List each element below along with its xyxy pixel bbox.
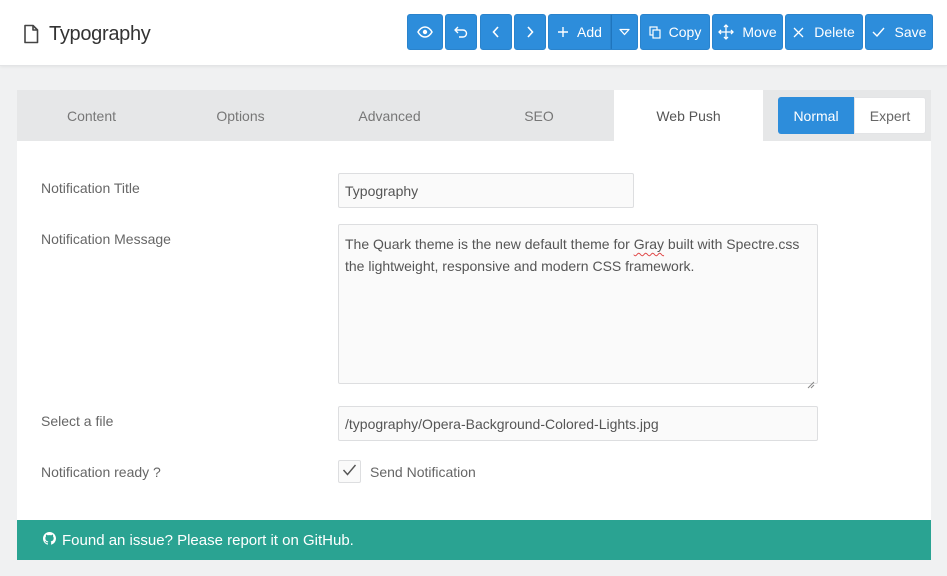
page-title: Typography: [49, 22, 151, 45]
notification-message-label: Notification Message: [41, 231, 171, 247]
delete-button[interactable]: Delete: [785, 14, 863, 50]
mode-normal-button[interactable]: Normal: [778, 97, 854, 134]
copy-icon: [649, 25, 661, 39]
send-notification-label[interactable]: Send Notification: [370, 464, 476, 480]
save-button-label: Save: [894, 24, 927, 40]
mode-switch: Normal Expert: [778, 97, 926, 134]
checkmark-icon: [872, 27, 885, 37]
eye-icon: [417, 26, 433, 38]
move-button-label: Move: [742, 24, 777, 40]
copy-button[interactable]: Copy: [640, 14, 710, 50]
message-misspelled-word: Gray: [633, 236, 665, 252]
tab-options[interactable]: Options: [166, 90, 315, 141]
caret-down-icon: [619, 28, 630, 36]
move-button[interactable]: Move: [712, 14, 783, 50]
mode-expert-button[interactable]: Expert: [854, 97, 926, 134]
previous-page-button[interactable]: [480, 14, 512, 50]
issue-report-text: Found an issue? Please report it on GitH…: [62, 531, 354, 549]
next-page-button[interactable]: [514, 14, 546, 50]
file-path-input[interactable]: [338, 406, 818, 441]
tab-bar: Content Options Advanced SEO Web Push No…: [17, 90, 931, 141]
notification-title-input[interactable]: [338, 173, 634, 208]
tab-seo[interactable]: SEO: [464, 90, 614, 141]
title-area: Typography: [22, 20, 151, 48]
notification-message-textarea[interactable]: The Quark theme is the new default theme…: [338, 224, 818, 389]
github-icon: [43, 531, 62, 549]
add-button[interactable]: Add: [548, 14, 611, 50]
tab-web-push[interactable]: Web Push: [614, 90, 763, 141]
preview-button[interactable]: [407, 14, 443, 50]
message-text: The Quark theme is the new default theme…: [345, 236, 634, 252]
delete-button-label: Delete: [814, 24, 855, 40]
revert-button[interactable]: [445, 14, 477, 50]
notification-ready-label: Notification ready ?: [41, 464, 161, 480]
select-file-label: Select a file: [41, 413, 114, 429]
undo-icon: [454, 26, 468, 38]
chevron-right-icon: [526, 26, 534, 38]
save-button[interactable]: Save: [865, 14, 933, 50]
resize-grip-icon[interactable]: [807, 373, 815, 389]
add-dropdown-button[interactable]: [611, 14, 638, 50]
chevron-left-icon: [492, 26, 500, 38]
move-icon: [718, 24, 735, 40]
notification-title-label: Notification Title: [41, 180, 140, 196]
add-button-label: Add: [577, 24, 602, 40]
copy-button-label: Copy: [668, 24, 702, 40]
send-notification-checkbox[interactable]: [338, 460, 361, 483]
tab-advanced[interactable]: Advanced: [315, 90, 464, 141]
plus-icon: [557, 26, 569, 38]
issue-report-banner[interactable]: Found an issue? Please report it on GitH…: [17, 520, 931, 560]
editor-card: Content Options Advanced SEO Web Push No…: [17, 90, 931, 560]
close-icon: [793, 27, 804, 38]
top-bar: Typography Add Copy Move Delete Save: [0, 0, 947, 66]
tab-content[interactable]: Content: [17, 90, 166, 141]
document-icon: [22, 24, 40, 44]
checkmark-icon: [342, 463, 357, 481]
